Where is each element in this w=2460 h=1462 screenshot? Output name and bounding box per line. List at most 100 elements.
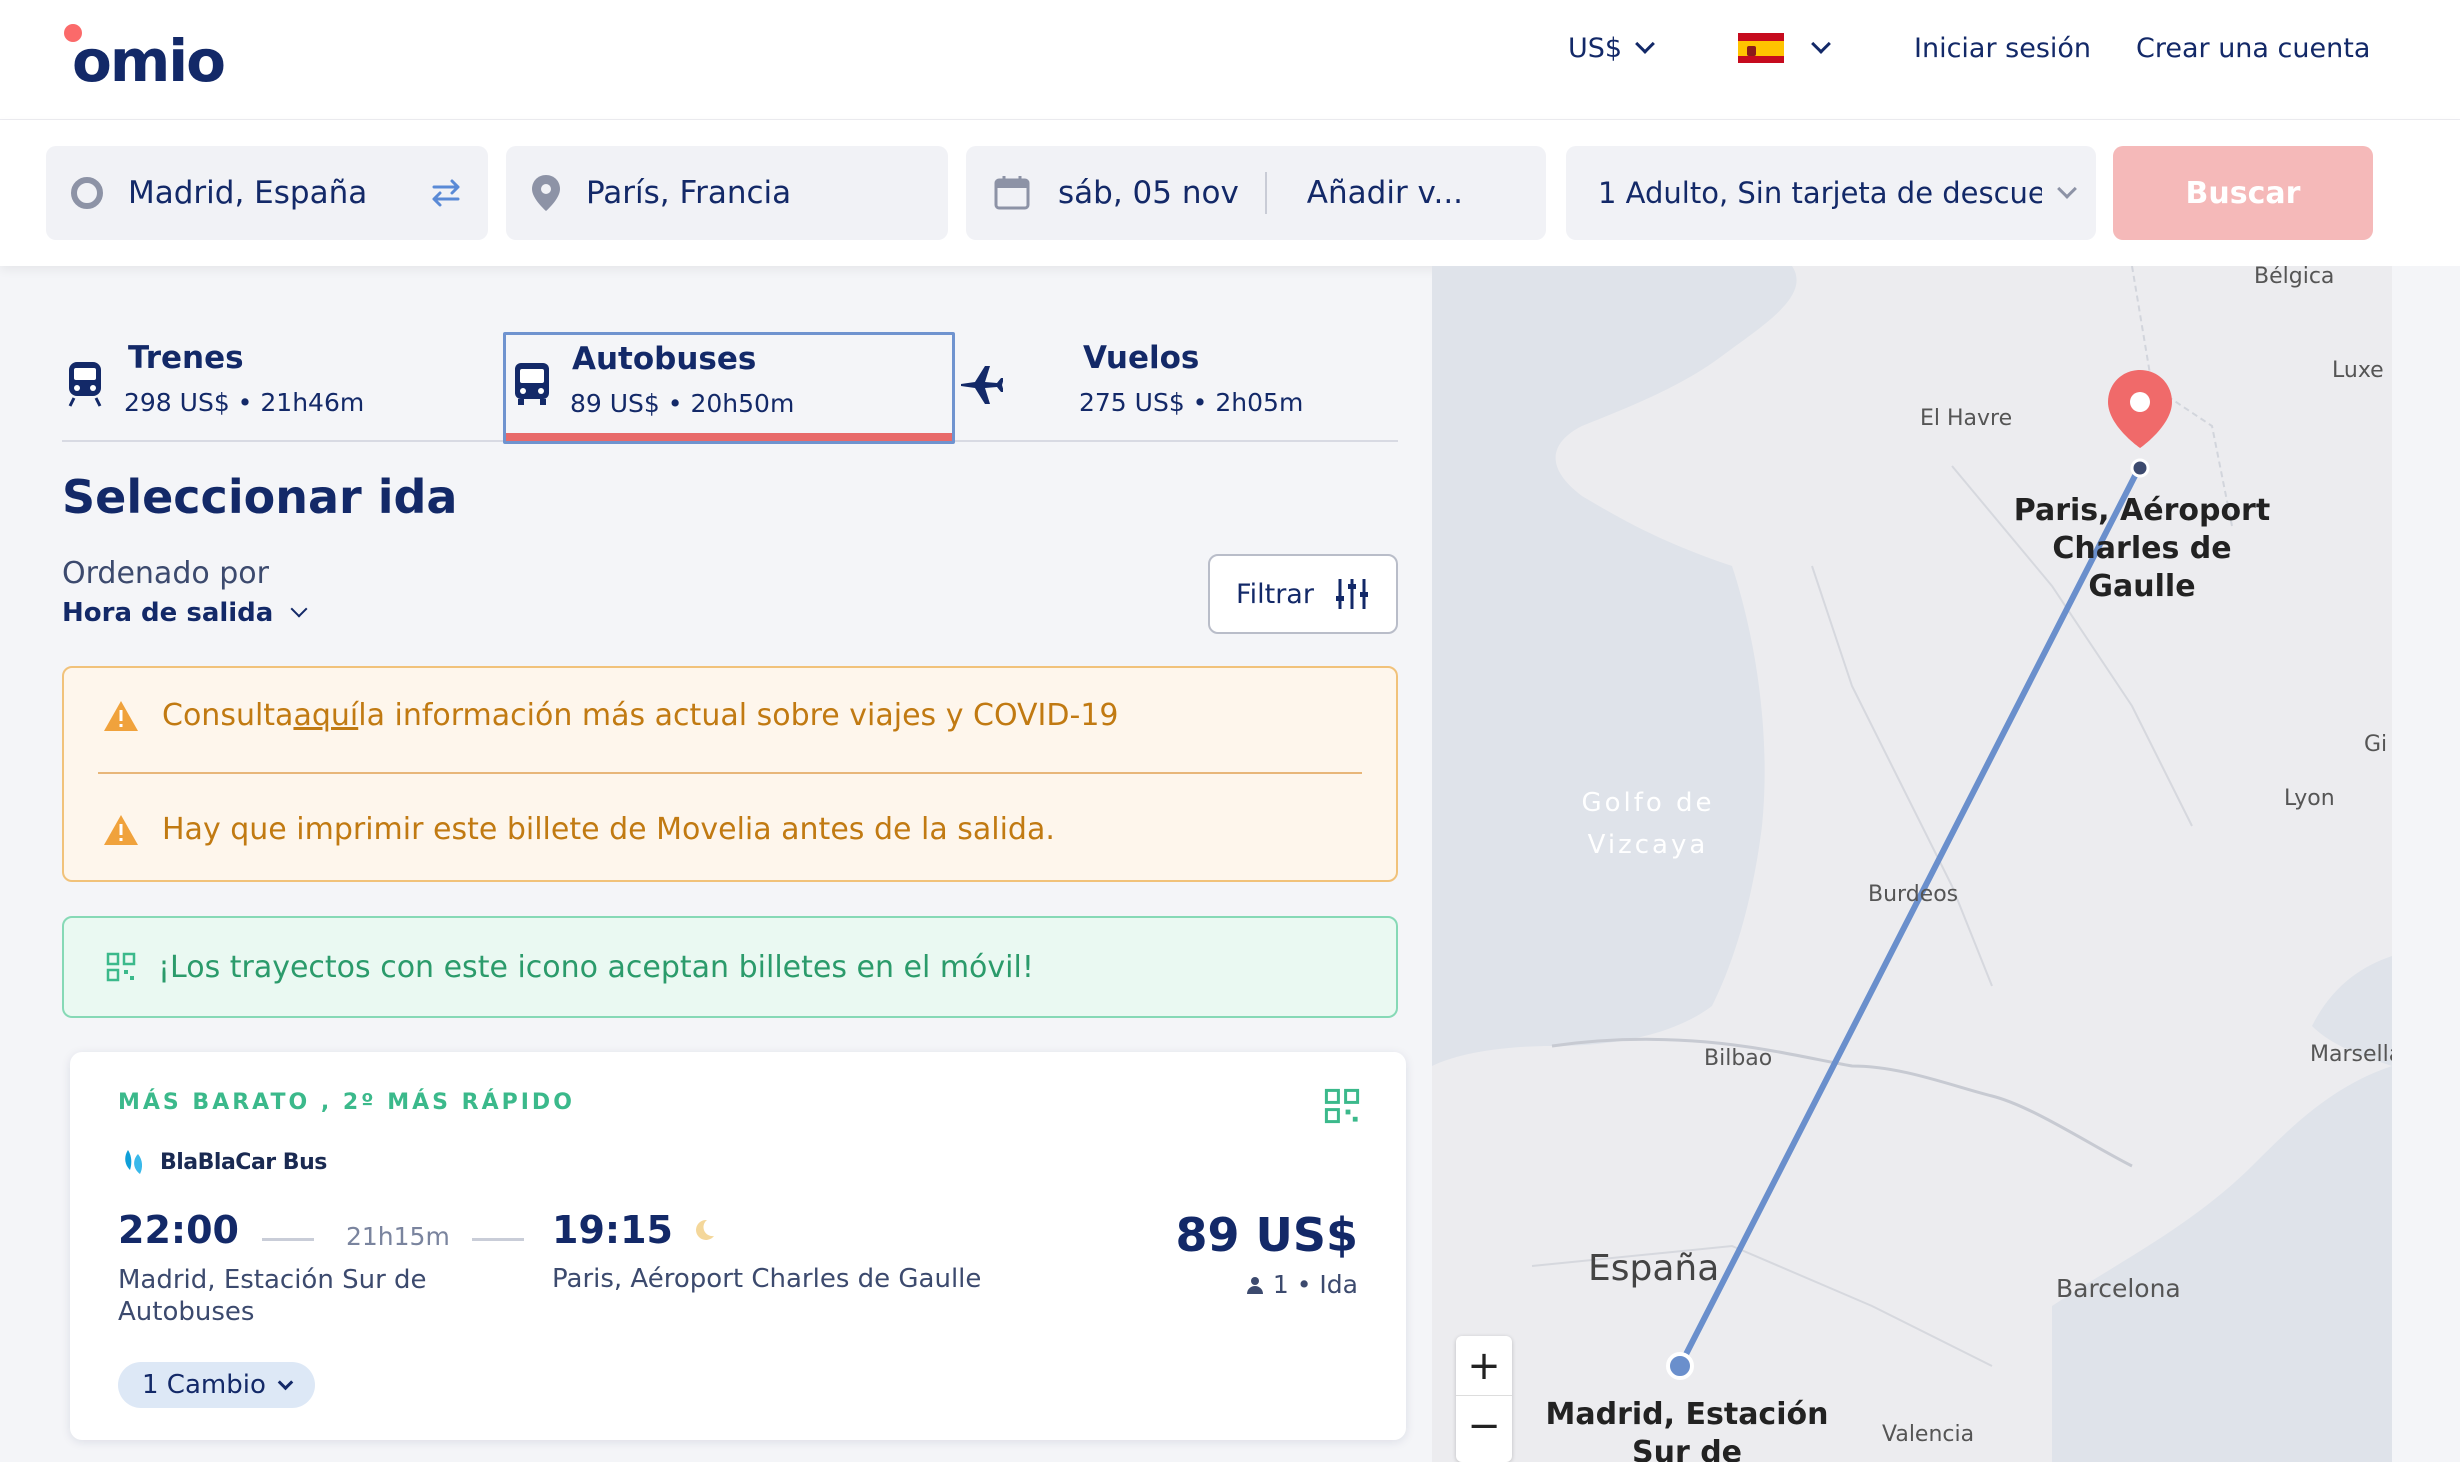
covid-suffix: la información más actual sobre viajes y… xyxy=(358,698,1119,733)
duration-line xyxy=(472,1238,524,1241)
map-label-valencia: Valencia xyxy=(1882,1422,1975,1447)
duration: 21h15m xyxy=(346,1222,450,1251)
covid-notice: Consulta aquí la información más actual … xyxy=(102,698,1119,733)
mobile-ticket-text: ¡Los trayectos con este icono aceptan bi… xyxy=(158,949,1034,985)
plane-icon xyxy=(961,366,1003,404)
warning-icon xyxy=(104,700,138,731)
chevron-down-icon xyxy=(1635,34,1655,54)
sort-dropdown[interactable]: Hora de salida xyxy=(62,598,308,628)
provider-name: BlaBlaCar Bus xyxy=(160,1149,327,1175)
departure-station: Madrid, Estación Sur de Autobuses xyxy=(118,1265,427,1327)
chevron-down-icon xyxy=(1811,34,1831,54)
changes-label: 1 Cambio xyxy=(142,1370,266,1400)
map-label-golfo: Golfo de Vizcaya xyxy=(1581,788,1715,860)
print-text: Hay que imprimir este billete de Movelia… xyxy=(162,812,1055,847)
duration-line xyxy=(262,1238,314,1241)
moon-icon xyxy=(696,1219,714,1240)
changes-button[interactable]: 1 Cambio xyxy=(118,1362,315,1408)
provider-logo: BlaBlaCar Bus xyxy=(122,1148,327,1176)
map-label-barcelona: Barcelona xyxy=(2056,1274,2181,1303)
chevron-down-icon xyxy=(290,600,308,618)
mobile-ticket-notice: ¡Los trayectos con este icono aceptan bi… xyxy=(62,916,1398,1018)
top-bar: omio US$ Iniciar sesión Crear una cuenta xyxy=(0,0,2460,120)
map-label-espana: España xyxy=(1588,1248,1720,1289)
map-label-bilbao: Bilbao xyxy=(1704,1046,1773,1071)
logo-text: omio xyxy=(72,27,226,95)
arrival-time-group: 19:15 xyxy=(552,1208,717,1252)
login-link[interactable]: Iniciar sesión xyxy=(1914,28,2091,68)
filter-button[interactable]: Filtrar xyxy=(1208,554,1398,634)
route-map[interactable]: Bélgica Luxe El Havre Paris, Aéroport Ch… xyxy=(1432,266,2392,1462)
origin-value: Madrid, España xyxy=(128,175,368,211)
bus-icon xyxy=(515,363,549,405)
person-icon xyxy=(1246,1276,1263,1294)
warning-notice: Consulta aquí la información más actual … xyxy=(62,666,1398,882)
tab-meta: 89 US$ • 20h50m xyxy=(570,389,795,418)
tab-trains[interactable]: Trenes 298 US$ • 21h46m xyxy=(62,330,502,442)
map-label-lyon: Lyon xyxy=(2284,786,2335,811)
calendar-icon xyxy=(994,176,1030,210)
search-button[interactable]: Buscar xyxy=(2113,146,2373,240)
location-pin-icon xyxy=(532,175,560,211)
page-title: Seleccionar ida xyxy=(62,470,458,524)
destination-field[interactable]: París, Francia xyxy=(506,146,948,240)
map-label-belgica: Bélgica xyxy=(2254,266,2335,289)
chevron-down-icon xyxy=(2057,179,2077,199)
search-bar: Madrid, España París, Francia sáb, 05 no… xyxy=(0,120,2460,266)
map-label-luxe: Luxe xyxy=(2332,358,2384,383)
spain-flag-icon xyxy=(1738,33,1784,63)
passengers-field[interactable]: 1 Adulto, Sin tarjeta de descuen xyxy=(1566,146,2096,240)
passenger-info: 1 • Ida xyxy=(1245,1270,1358,1299)
journey-card[interactable]: MÁS BARATO , 2º MÁS RÁPIDO BlaBlaCar Bus… xyxy=(70,1052,1406,1440)
zoom-out-button[interactable]: − xyxy=(1456,1396,1512,1456)
arrival-time: 19:15 xyxy=(552,1208,673,1252)
arrival-station: Paris, Aéroport Charles de Gaulle xyxy=(552,1264,982,1294)
return-date[interactable]: Añadir v... xyxy=(1307,175,1463,211)
signup-link[interactable]: Crear una cuenta xyxy=(2136,28,2370,68)
warning-icon xyxy=(104,814,138,845)
tab-name: Autobuses xyxy=(572,341,757,377)
journey-price: 89 US$ xyxy=(1175,1208,1358,1262)
blablacar-logo-icon xyxy=(125,1150,143,1174)
qr-code-icon xyxy=(106,952,136,982)
tab-flights[interactable]: Vuelos 275 US$ • 2h05m xyxy=(957,330,1397,442)
map-label-burdeos: Burdeos xyxy=(1868,882,1959,907)
covid-info-link[interactable]: aquí xyxy=(293,698,358,733)
print-notice: Hay que imprimir este billete de Movelia… xyxy=(102,812,1055,847)
map-side-strip xyxy=(2392,266,2460,1462)
train-icon xyxy=(68,362,102,407)
destination-value: París, Francia xyxy=(586,175,792,211)
sort-label: Ordenado por xyxy=(62,556,269,591)
map-label-paris: Paris, Aéroport Charles de Gaulle xyxy=(2013,493,2271,604)
tab-buses[interactable]: Autobuses 89 US$ • 20h50m xyxy=(503,332,955,444)
tab-active-indicator xyxy=(506,433,952,441)
tab-name: Trenes xyxy=(128,340,244,376)
date-divider xyxy=(1264,172,1267,214)
tab-meta: 275 US$ • 2h05m xyxy=(1079,388,1304,417)
transport-tabs: Trenes 298 US$ • 21h46m Autobuses 89 US$… xyxy=(62,330,1398,444)
map-label-gi: Gi xyxy=(2364,732,2388,757)
covid-prefix: Consulta xyxy=(162,698,294,733)
currency-selector[interactable]: US$ xyxy=(1568,28,1655,68)
zoom-in-button[interactable]: + xyxy=(1456,1336,1512,1396)
origin-field[interactable]: Madrid, España xyxy=(46,146,488,240)
date-field[interactable]: sáb, 05 nov Añadir v... xyxy=(966,146,1546,240)
language-selector[interactable] xyxy=(1738,28,1831,68)
tab-name: Vuelos xyxy=(1083,340,1200,376)
currency-label: US$ xyxy=(1568,32,1623,64)
logo-dot xyxy=(64,24,82,42)
qr-code-icon xyxy=(1324,1088,1360,1124)
map-label-madrid: Madrid, Estación Sur de Autobuses xyxy=(1545,1397,1829,1462)
origin-circle-icon xyxy=(71,177,103,209)
filter-label: Filtrar xyxy=(1236,578,1314,610)
notice-divider xyxy=(98,772,1362,774)
swap-icon[interactable] xyxy=(426,173,466,213)
omio-logo[interactable]: omio xyxy=(58,20,226,95)
passengers-value: 1 Adulto, Sin tarjeta de descuen xyxy=(1598,176,2042,210)
pax-text: 1 • Ida xyxy=(1272,1270,1358,1299)
departure-date[interactable]: sáb, 05 nov xyxy=(1058,175,1239,211)
sort-value: Hora de salida xyxy=(62,598,274,628)
map-label-el-havre: El Havre xyxy=(1920,406,2013,431)
chevron-down-icon xyxy=(277,1374,294,1390)
sliders-icon xyxy=(1335,579,1368,609)
